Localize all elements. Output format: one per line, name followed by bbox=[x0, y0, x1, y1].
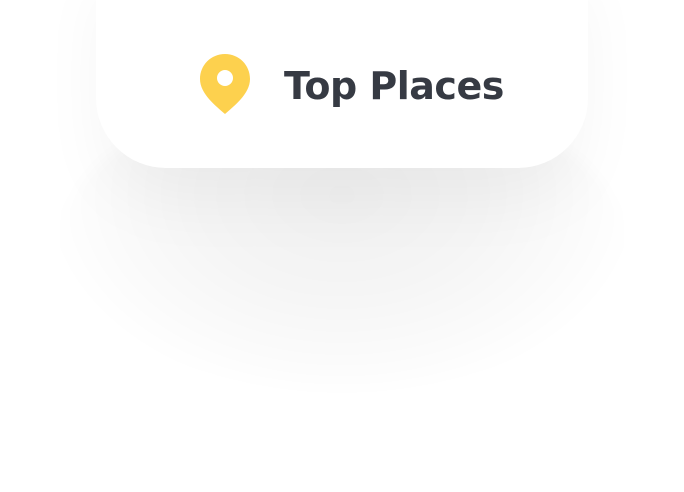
card-title: Top Places bbox=[284, 64, 504, 108]
card-header: Top Places bbox=[198, 52, 504, 116]
map-pin-icon bbox=[198, 52, 252, 116]
